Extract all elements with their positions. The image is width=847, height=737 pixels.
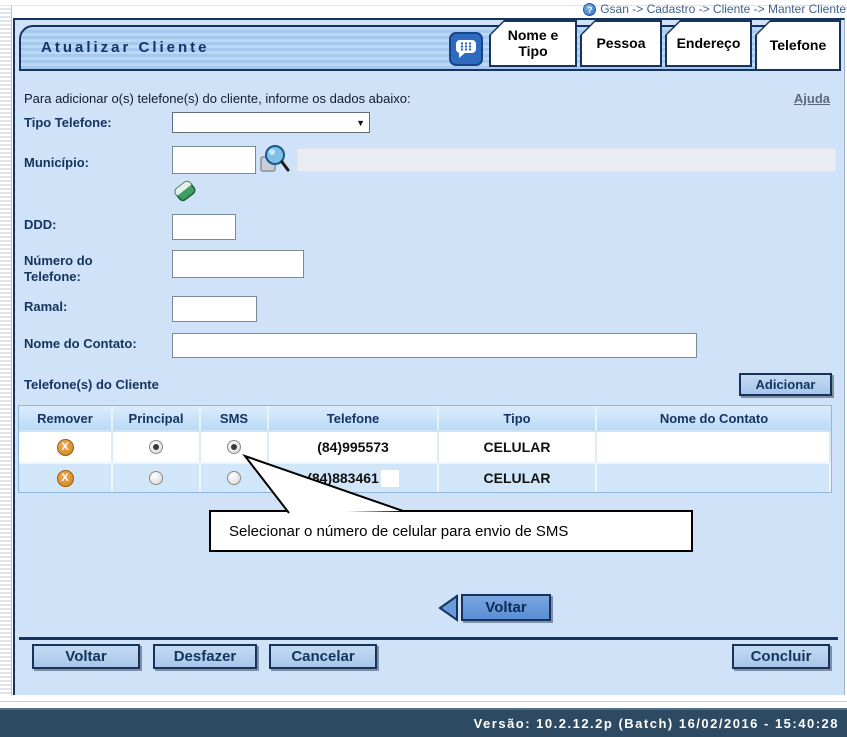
col-header-nome-contato: Nome do Contato	[597, 406, 831, 430]
desfazer-button[interactable]: Desfazer	[153, 644, 257, 669]
municipio-nome-field	[297, 148, 836, 172]
adicionar-button[interactable]: Adicionar	[739, 373, 832, 396]
search-icon[interactable]	[259, 144, 291, 176]
bottom-gap	[0, 695, 847, 708]
breadcrumb-text: Gsan -> Cadastro -> Cliente -> Manter Cl…	[600, 2, 846, 16]
sms-radio[interactable]	[227, 471, 241, 485]
actions-divider	[19, 637, 838, 640]
table-header-row: Remover Principal SMS Telefone Tipo Nome…	[19, 406, 831, 430]
eraser-icon[interactable]	[172, 178, 198, 204]
principal-radio[interactable]	[149, 440, 163, 454]
tipo-value: CELULAR	[484, 470, 551, 486]
top-strip: ? Gsan -> Cadastro -> Cliente -> Manter …	[0, 0, 847, 18]
phones-table: Remover Principal SMS Telefone Tipo Nome…	[18, 405, 832, 493]
page-title: Atualizar Cliente	[41, 39, 210, 56]
voltar-button[interactable]: Voltar	[32, 644, 140, 669]
tab-label: Nome e Tipo	[507, 28, 559, 59]
actions-row: Voltar Desfazer Cancelar Concluir	[19, 644, 838, 669]
main-panel: Atualizar Cliente Nome e Tipo Pessoa End…	[13, 18, 845, 695]
municipio-label: Município:	[24, 146, 172, 171]
tipo-telefone-select[interactable]: ▼	[172, 112, 370, 133]
callout-annotation: Selecionar o número de celular para envi…	[209, 510, 693, 552]
tab-pessoa[interactable]: Pessoa	[580, 20, 662, 67]
ajuda-link[interactable]: Ajuda	[794, 91, 830, 106]
table-row: X (84)883461 CELULAR	[19, 462, 831, 492]
tab-label: Pessoa	[596, 36, 645, 51]
tipo-value: CELULAR	[484, 439, 551, 455]
col-header-remover: Remover	[19, 406, 113, 430]
cancelar-button[interactable]: Cancelar	[269, 644, 377, 669]
table-row: X (84)995573 CELULAR	[19, 430, 831, 462]
phones-section-title: Telefone(s) do Cliente	[24, 377, 159, 392]
ddd-label: DDD:	[24, 214, 172, 233]
help-icon[interactable]: ?	[583, 3, 596, 16]
numero-telefone-label: Número do Telefone:	[24, 253, 124, 284]
col-header-sms: SMS	[201, 406, 269, 430]
back-arrow-icon[interactable]	[437, 594, 459, 622]
nome-contato-label: Nome do Contato:	[24, 333, 172, 352]
telefone-value: (84)995573	[317, 439, 389, 455]
tab-endereco[interactable]: Endereço	[665, 20, 752, 67]
tab-bar: Nome e Tipo Pessoa Endereço Telefone	[489, 20, 841, 71]
intro-text: Para adicionar o(s) telefone(s) do clien…	[24, 91, 411, 106]
nome-contato-input[interactable]	[172, 333, 697, 358]
chat-bubble-icon[interactable]	[449, 32, 483, 66]
bottom-gap-line	[0, 701, 847, 702]
municipio-input[interactable]	[172, 146, 256, 174]
tab-label: Endereço	[677, 36, 741, 51]
col-header-tipo: Tipo	[439, 406, 597, 430]
remove-icon[interactable]: X	[57, 439, 74, 456]
concluir-button[interactable]: Concluir	[732, 644, 830, 669]
redaction-patch	[381, 470, 399, 487]
page-edge-stripes	[0, 6, 12, 695]
voltar-mid-button[interactable]: Voltar	[461, 594, 551, 621]
ddd-input[interactable]	[172, 214, 236, 240]
breadcrumb[interactable]: ? Gsan -> Cadastro -> Cliente -> Manter …	[583, 2, 846, 16]
callout-text: Selecionar o número de celular para envi…	[229, 523, 568, 540]
remove-icon[interactable]: X	[57, 470, 74, 487]
col-header-principal: Principal	[113, 406, 201, 430]
version-text: Versão: 10.2.12.2p (Batch) 16/02/2016 - …	[474, 716, 847, 731]
principal-radio[interactable]	[149, 471, 163, 485]
telefone-value: (84)883461	[307, 470, 379, 486]
tab-label: Telefone	[770, 38, 827, 53]
tab-nome-e-tipo[interactable]: Nome e Tipo	[489, 20, 577, 67]
sms-radio[interactable]	[227, 440, 241, 454]
ramal-label: Ramal:	[24, 296, 172, 315]
tipo-telefone-label: Tipo Telefone:	[24, 112, 172, 131]
footer-bar: Versão: 10.2.12.2p (Batch) 16/02/2016 - …	[0, 708, 847, 737]
col-header-telefone: Telefone	[269, 406, 439, 430]
numero-telefone-input[interactable]	[172, 250, 304, 278]
tab-telefone[interactable]: Telefone	[755, 20, 841, 71]
ramal-input[interactable]	[172, 296, 257, 322]
